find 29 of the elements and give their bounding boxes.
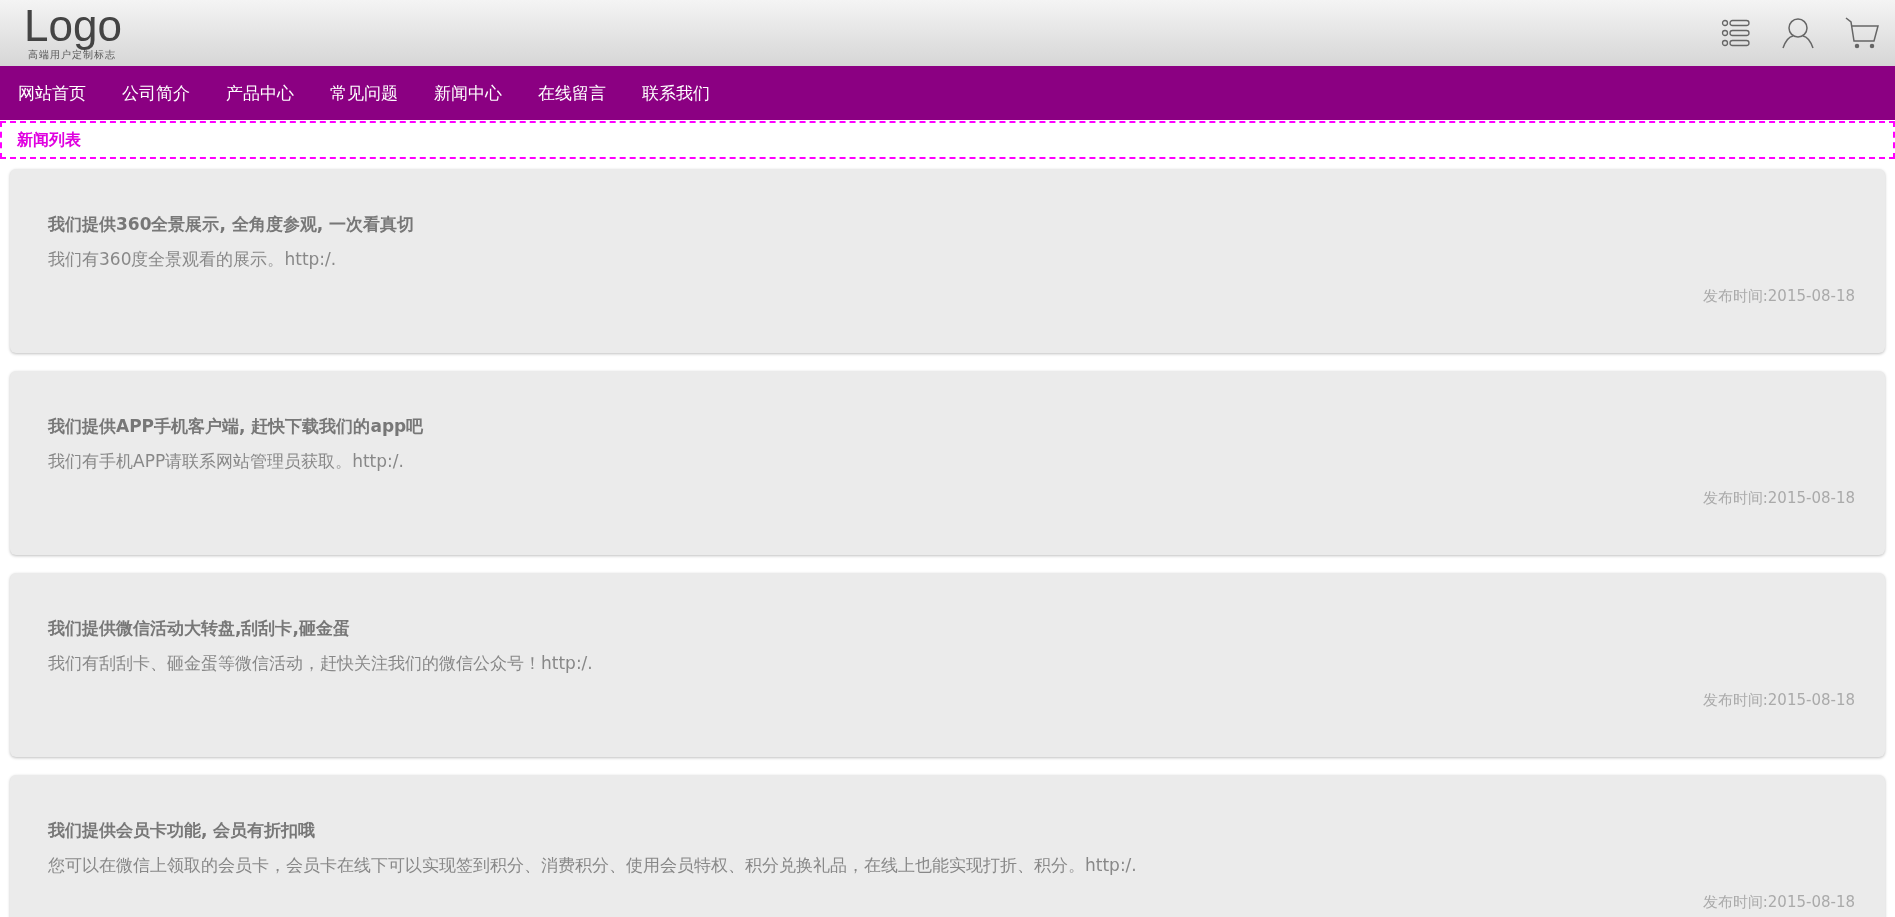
news-summary: 我们有360度全景观看的展示。http:/. [48,248,338,271]
nav-link[interactable]: 新闻中心 [434,81,502,105]
publish-date: 发布时间:2015-08-18 [1702,287,1855,306]
nav-link[interactable]: 公司简介 [122,81,190,105]
news-title[interactable]: 我们提供360全景展示, 全角度参观, 一次看真切 [48,213,1847,236]
menu-icon[interactable] [1721,18,1751,48]
publish-date: 发布时间:2015-08-18 [1702,691,1855,710]
news-summary: 您可以在微信上领取的会员卡，会员卡在线下可以实现签到积分、消费积分、使用会员特权、积分兑换礼品，在线上也能实现打折、积分。http:/. [48,854,1138,877]
breadcrumb-title: 新闻列表 [17,129,81,151]
nav-link[interactable]: 在线留言 [538,81,606,105]
news-summary: 我们有刮刮卡、砸金蛋等微信活动，赶快关注我们的微信公众号！http:/. [48,652,594,675]
news-title[interactable]: 我们提供APP手机客户端, 赶快下载我们的app吧 [48,415,1847,438]
news-title[interactable]: 我们提供微信活动大转盘,刮刮卡,砸金蛋 [48,617,1847,640]
publish-date: 发布时间:2015-08-18 [1702,893,1855,912]
cart-icon[interactable] [1845,17,1879,49]
publish-date: 发布时间:2015-08-18 [1702,489,1855,508]
news-card[interactable]: 我们提供微信活动大转盘,刮刮卡,砸金蛋 我们有刮刮卡、砸金蛋等微信活动，赶快关注我们的微信公众号！http:/. 发布时间:2015-08-18 [10,573,1885,757]
user-icon[interactable] [1781,17,1815,49]
logo[interactable]: Logo [24,4,122,48]
news-summary: 我们有手机APP请联系网站管理员获取。http:/. [48,450,405,473]
nav-link[interactable]: 常见问题 [330,81,398,105]
nav-link[interactable]: 产品中心 [226,81,294,105]
nav-link[interactable]: 联系我们 [642,81,710,105]
news-title[interactable]: 我们提供会员卡功能, 会员有折扣哦 [48,819,1847,842]
news-card[interactable]: 我们提供APP手机客户端, 赶快下载我们的app吧 我们有手机APP请联系网站管理员获取。http:/. 发布时间:2015-08-18 [10,371,1885,555]
news-card[interactable]: 我们提供会员卡功能, 会员有折扣哦 您可以在微信上领取的会员卡，会员卡在线下可以实现签到积分、消费积分、使用会员特权、积分兑换礼品，在线上也能实现打折、积分。http:/. 发布时间:2015-08-18 [10,775,1885,917]
logo-tagline: 高端用户定制标志 [28,49,116,62]
news-card[interactable]: 我们提供360全景展示, 全角度参观, 一次看真切 我们有360度全景观看的展示。http:/. 发布时间:2015-08-18 [10,169,1885,353]
nav-link[interactable]: 网站首页 [18,81,86,105]
